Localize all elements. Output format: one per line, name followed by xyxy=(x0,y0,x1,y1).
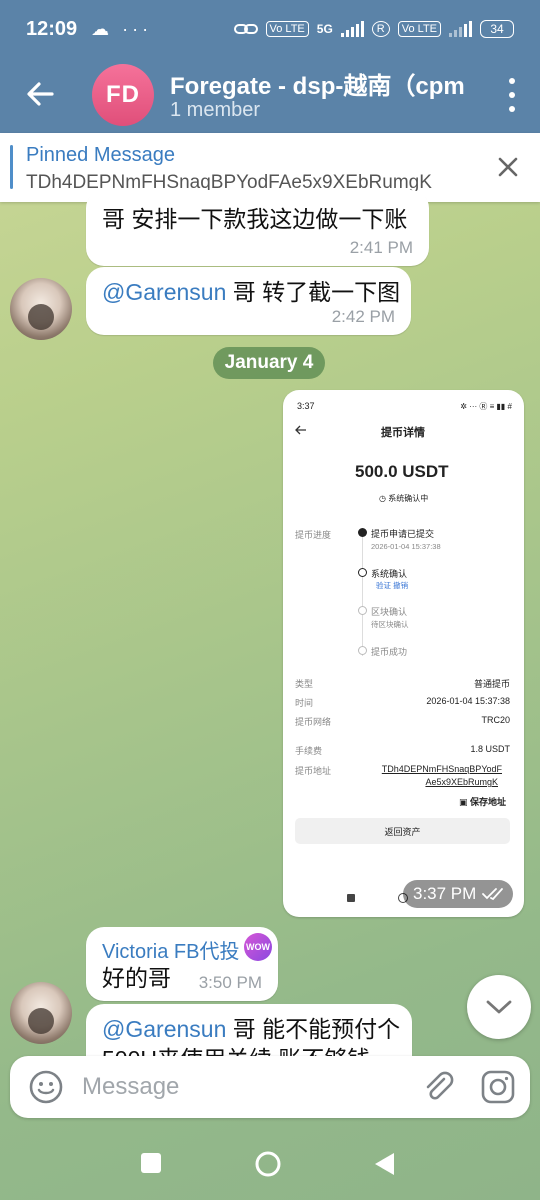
date-separator: January 4 xyxy=(213,347,325,379)
top-bar: 12:09 ☁ ··· Vo LTE 5G R Vo LTE 34 FD For… xyxy=(0,0,540,133)
screenshot-status-chip: ◷ 系统确认中 xyxy=(379,494,429,503)
emoji-icon[interactable] xyxy=(28,1069,64,1105)
mention-link[interactable]: @Garensun xyxy=(102,1016,226,1042)
attach-icon[interactable] xyxy=(420,1069,456,1105)
network-label: 5G xyxy=(316,22,333,36)
recents-icon[interactable] xyxy=(140,1152,162,1174)
more-menu-icon[interactable] xyxy=(506,78,518,112)
scroll-down-button[interactable] xyxy=(467,975,531,1039)
screenshot-page-title: 提币详情 xyxy=(381,427,425,439)
message-bubble[interactable]: @Garensun 哥 转了截一下图 2:42 PM xyxy=(86,267,411,335)
read-check-icon xyxy=(482,888,504,901)
pinned-title: Pinned Message xyxy=(26,144,175,166)
message-text: @Garensun 哥 转了截一下图 xyxy=(102,279,401,305)
chat-header: FD Foregate - dsp-越南（cpm 1 member xyxy=(0,58,540,133)
system-nav-bar xyxy=(0,1128,540,1200)
close-icon[interactable] xyxy=(494,153,522,181)
message-text: 哥 安排一下款我这边做一下账 xyxy=(102,206,408,232)
member-count: 1 member xyxy=(170,99,261,121)
step-dot-done xyxy=(358,528,367,537)
return-button: 返回资产 xyxy=(295,818,510,844)
screenshot-status-icons: ✲ ··· Ⓡ ≡ ▮▮ # xyxy=(460,402,512,411)
step-title: 区块确认 xyxy=(371,607,408,617)
signal-icon-2 xyxy=(449,21,472,37)
chevron-down-icon xyxy=(486,1000,512,1014)
signal-icon xyxy=(340,21,364,37)
wow-badge-icon: WOW xyxy=(244,933,272,961)
avatar[interactable] xyxy=(10,982,72,1044)
detail-label: 提币地址 xyxy=(295,766,332,776)
message-time: 3:50 PM xyxy=(198,973,262,992)
detail-label: 手续费 xyxy=(295,746,323,756)
message-time: 2:42 PM xyxy=(331,307,395,326)
address-line: Ae5x9XEbRumgK xyxy=(425,777,498,787)
pinned-indicator xyxy=(10,145,13,189)
message-time: 2:41 PM xyxy=(349,238,413,257)
screenshot-back-icon xyxy=(295,425,306,435)
message-bubble[interactable]: @Garensun 哥 能不能预付个 500U来使用关续 账不够钱 xyxy=(86,1004,412,1064)
message-input[interactable] xyxy=(82,1066,402,1108)
message-text: 好的哥 xyxy=(102,965,171,991)
chat-avatar[interactable]: FD xyxy=(92,64,154,126)
save-address-link: ▣ 保存地址 xyxy=(458,797,506,807)
detail-value: 2026-01-04 15:37:38 xyxy=(426,696,510,706)
screenshot-status-time: 3:37 xyxy=(297,401,315,411)
camera-icon[interactable] xyxy=(480,1069,516,1105)
back-arrow-icon[interactable] xyxy=(22,76,58,112)
home-icon[interactable] xyxy=(253,1149,283,1179)
address-line: TDh4DEPNmFHSnaqBPYodF xyxy=(381,764,502,774)
message-bubble[interactable]: 哥 安排一下款我这边做一下账 2:41 PM xyxy=(86,190,429,266)
detail-value: 1.8 USDT xyxy=(470,744,510,754)
step-title: 提币成功 xyxy=(371,647,408,657)
notification-icons: ☁ ··· xyxy=(91,18,153,39)
status-right: Vo LTE 5G R Vo LTE 34 xyxy=(233,20,514,38)
sender-name[interactable]: Victoria FB代投 xyxy=(102,935,239,964)
message-composer xyxy=(10,1056,530,1118)
step-sub: 待区块确认 xyxy=(371,620,409,629)
image-message[interactable]: 3:37 ✲ ··· Ⓡ ≡ ▮▮ # 提币详情 500.0 USDT ◷ 系统… xyxy=(283,390,524,917)
step-title: 系统确认 xyxy=(371,569,408,579)
status-time: 12:09 xyxy=(26,17,78,40)
step-title: 提币申请已提交 xyxy=(371,529,435,539)
image-time: 3:37 PM xyxy=(403,880,513,908)
volte-icon-2: Vo LTE xyxy=(397,21,441,37)
avatar[interactable] xyxy=(10,278,72,340)
detail-value: 普通提币 xyxy=(473,679,510,689)
detail-label: 提币网络 xyxy=(295,717,332,727)
step-sub: 2026-01-04 15:37:38 xyxy=(371,542,441,551)
timeline-line xyxy=(362,536,363,656)
step-dot-pending xyxy=(358,606,367,615)
r-icon: R xyxy=(371,21,390,37)
detail-label: 类型 xyxy=(295,679,314,689)
back-icon[interactable] xyxy=(372,1151,396,1177)
link-icon xyxy=(233,24,258,34)
detail-label: 时间 xyxy=(295,698,314,708)
step-actions: 验证 撤销 xyxy=(376,581,409,590)
step-dot-active xyxy=(358,568,367,577)
battery-icon: 34 xyxy=(480,20,514,38)
detail-value: TRC20 xyxy=(481,715,510,725)
screenshot-amount: 500.0 USDT xyxy=(355,462,449,481)
chat-title[interactable]: Foregate - dsp-越南（cpm xyxy=(170,66,470,101)
status-bar: 12:09 ☁ ··· Vo LTE 5G R Vo LTE 34 xyxy=(0,0,540,58)
screenshot-progress-label: 提币进度 xyxy=(295,530,332,540)
message-bubble[interactable]: Victoria FB代投 WOW 好的哥 3:50 PM xyxy=(86,927,278,1001)
volte-icon: Vo LTE xyxy=(265,21,309,37)
step-dot-pending xyxy=(358,646,367,655)
mention-link[interactable]: @Garensun xyxy=(102,279,226,305)
